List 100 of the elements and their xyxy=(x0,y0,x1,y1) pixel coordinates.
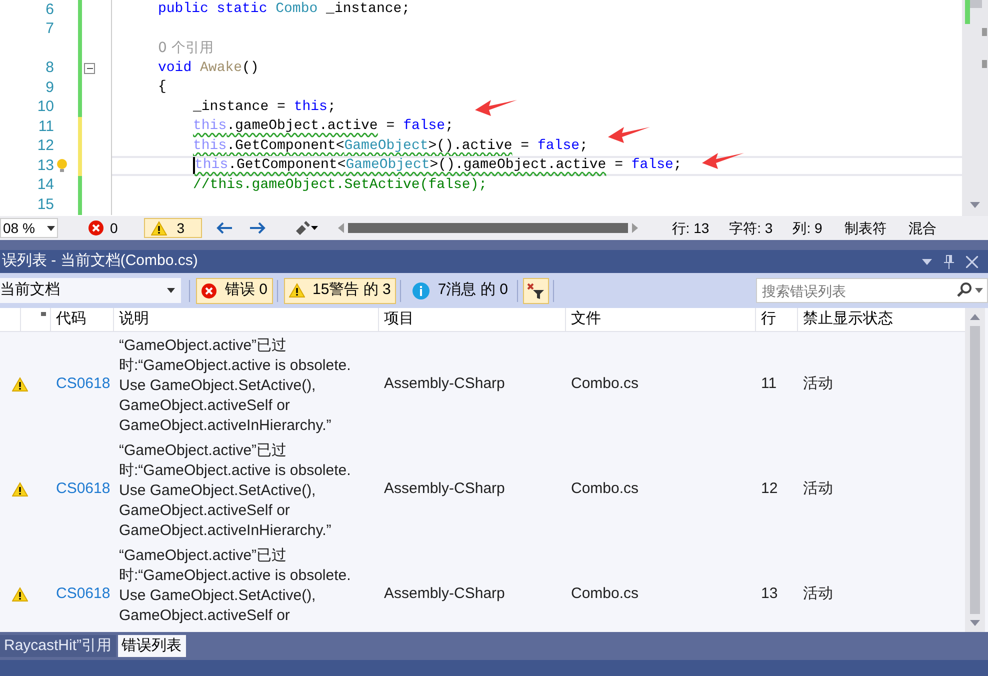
code-token: //this.gameObject.SetActive(false); xyxy=(193,176,488,195)
line-number: 14 xyxy=(37,176,54,194)
scroll-left-icon[interactable] xyxy=(338,223,344,233)
file-name: Combo.cs xyxy=(571,584,639,602)
caret-icon xyxy=(975,288,983,292)
scroll-thumb[interactable] xyxy=(970,0,982,8)
code-token: ; xyxy=(580,136,588,156)
column-position: 列: 9 xyxy=(792,218,822,238)
description-text: “GameObject.active”已过 xyxy=(119,440,288,460)
code-token: = xyxy=(385,117,396,136)
warning-icon xyxy=(288,283,305,298)
line-ending-mode[interactable]: 混合 xyxy=(908,218,936,238)
caret-icon xyxy=(167,288,175,293)
code-token: { xyxy=(158,78,166,98)
code-token: void xyxy=(158,58,193,78)
description-text: Use GameObject.SetActive(), xyxy=(119,586,317,606)
code-token: GameObject xyxy=(346,156,430,176)
line-number: 8 xyxy=(46,59,54,78)
code-token: public static xyxy=(158,0,268,20)
vertical-scrollbar[interactable] xyxy=(962,0,988,216)
column-header[interactable]: 项目 xyxy=(378,308,565,330)
file-name: Combo.cs xyxy=(571,480,639,497)
lightbulb-icon[interactable] xyxy=(56,158,68,174)
overview-marker xyxy=(982,28,987,36)
code-token: = xyxy=(614,156,624,176)
char-position: 字符: 3 xyxy=(729,218,773,238)
filter-button[interactable]: 7消息 的 0 xyxy=(406,278,513,304)
line-number-cell: 12 xyxy=(761,480,778,497)
list-scroll-thumb[interactable] xyxy=(970,326,980,614)
filter-button[interactable]: 错误 0 xyxy=(196,278,273,304)
column-header[interactable]: 说明 xyxy=(113,308,378,330)
description-text: GameObject.activeSelf or xyxy=(119,500,291,520)
indent-mode[interactable]: 制表符 xyxy=(844,218,886,238)
warning-icon xyxy=(150,220,167,236)
column-header[interactable]: 代码 xyxy=(50,308,113,330)
file-name: Combo.cs xyxy=(571,374,639,392)
code-token: ; xyxy=(673,156,682,176)
change-overview-marker xyxy=(965,0,970,24)
scope-dropdown[interactable]: 当前文档 xyxy=(0,278,181,303)
description-text: GameObject.activeInHierarchy.” xyxy=(119,520,332,540)
code-token: >().active xyxy=(428,136,512,156)
brush-icon[interactable] xyxy=(294,221,318,235)
code-token: () xyxy=(242,58,259,78)
description-text: 时:“GameObject.active is obsolete. xyxy=(119,356,352,376)
column-header[interactable]: 文件 xyxy=(565,308,755,330)
code-token: ; xyxy=(445,117,454,136)
code-token: GameObject xyxy=(344,136,428,156)
scroll-right-icon[interactable] xyxy=(632,223,638,233)
horizontal-scroll-thumb[interactable] xyxy=(348,223,628,233)
overview-marker xyxy=(982,60,987,68)
collapse-toggle[interactable] xyxy=(84,62,95,74)
error-code-link[interactable]: CS0618 xyxy=(56,584,110,602)
text-cursor xyxy=(193,157,194,174)
column-header[interactable]: 禁止显示状态 xyxy=(797,308,955,330)
filter-button[interactable]: 15警告 的 3 xyxy=(284,278,396,304)
clear-filter-icon xyxy=(526,282,545,298)
zoom-dropdown[interactable]: 08 % xyxy=(0,218,58,238)
back-arrow-icon[interactable] xyxy=(216,222,232,234)
scroll-down-icon[interactable] xyxy=(970,202,980,208)
description-text: “GameObject.active”已过 xyxy=(119,336,288,356)
code-token: _instance = xyxy=(193,98,286,117)
suppression-state: 活动 xyxy=(803,480,833,497)
description-text: GameObject.activeInHierarchy.” xyxy=(119,416,332,436)
panel-tab[interactable]: 错误列表 xyxy=(118,635,186,657)
search-icon[interactable] xyxy=(956,282,972,298)
error-code-link[interactable]: CS0618 xyxy=(56,374,110,392)
close-icon[interactable] xyxy=(966,256,978,268)
panel-title: 误列表 - 当前文档(Combo.cs) xyxy=(2,251,198,272)
warning-icon xyxy=(12,482,28,496)
description-text: 时:“GameObject.active is obsolete. xyxy=(119,566,352,586)
scroll-up-icon[interactable] xyxy=(970,314,980,320)
line-number: 6 xyxy=(46,0,54,19)
warning-count[interactable]: 3 xyxy=(144,218,202,238)
pin-icon[interactable] xyxy=(944,254,954,268)
code-token: _instance; xyxy=(325,0,410,20)
annotation-arrow-icon xyxy=(475,98,517,116)
list-scrollbar[interactable] xyxy=(965,308,985,632)
search-field[interactable]: 搜索错误列表 xyxy=(756,278,988,303)
error-count[interactable]: 0 xyxy=(88,218,118,238)
annotation-arrow-icon xyxy=(702,151,744,169)
code-token: ; xyxy=(327,98,336,117)
info-icon xyxy=(412,282,430,300)
code-token: .GetComponent< xyxy=(228,156,346,176)
line-number: 9 xyxy=(46,78,54,97)
column-header[interactable]: 行 xyxy=(755,308,797,330)
line-number: 11 xyxy=(38,118,54,136)
panel-tab[interactable]: RaycastHit”引用 xyxy=(0,635,116,657)
code-token: Awake xyxy=(200,58,242,78)
code-token: false xyxy=(631,156,674,176)
error-icon xyxy=(201,282,217,298)
code-token: Combo xyxy=(276,0,318,20)
scroll-down-icon[interactable] xyxy=(970,620,980,626)
code-token: this xyxy=(193,117,227,136)
dropdown-icon[interactable] xyxy=(922,258,932,264)
forward-arrow-icon[interactable] xyxy=(250,222,266,234)
line-position: 行: 13 xyxy=(672,218,710,238)
line-number: 12 xyxy=(37,137,54,156)
filter-toggle-button[interactable] xyxy=(522,278,549,304)
error-code-link[interactable]: CS0618 xyxy=(56,480,110,497)
code-token: = xyxy=(520,136,530,156)
